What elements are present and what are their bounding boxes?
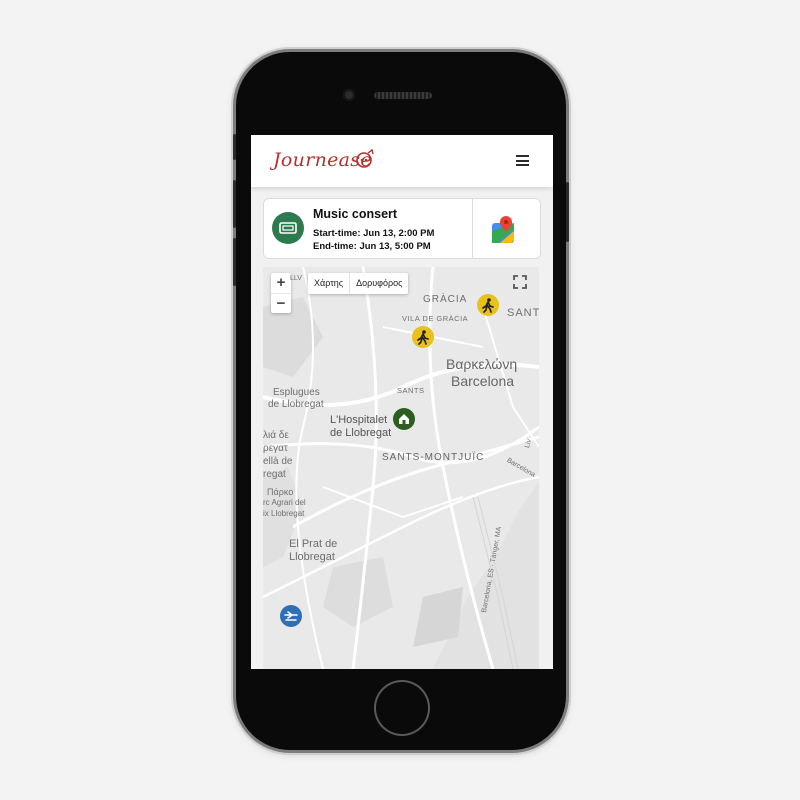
event-start-time: Start-time: Jun 13, 2:00 PM bbox=[313, 228, 435, 239]
ticket-icon bbox=[272, 212, 304, 244]
power-button bbox=[566, 182, 569, 242]
map-label-parc: Πάρκο bbox=[267, 487, 294, 497]
map-label-hospitalet: L'Hospitalet bbox=[330, 414, 388, 426]
fullscreen-icon[interactable] bbox=[513, 275, 527, 289]
event-card[interactable]: Music consert Start-time: Jun 13, 2:00 P… bbox=[263, 198, 541, 259]
map-label-esplugues-2: de Llobregat bbox=[268, 399, 324, 410]
map-label-sants-montjuic: SANTS-MONTJUÏC bbox=[382, 452, 485, 463]
airplane-icon bbox=[284, 611, 298, 621]
phone-screen: Journease Music consert Start-time: Jun … bbox=[251, 135, 553, 669]
zoom-out-button[interactable]: − bbox=[271, 293, 291, 314]
map-type-control: Χάρτης Δορυφόρος bbox=[308, 273, 409, 294]
map-background bbox=[263, 267, 539, 669]
map-label-cornella-3: ellà de bbox=[263, 456, 293, 467]
home-marker[interactable] bbox=[393, 408, 415, 430]
brand-mark-icon bbox=[356, 148, 374, 168]
map-label-barcelona-greek: Βαρκελώνη bbox=[446, 356, 518, 372]
map-type-map-button[interactable]: Χάρτης bbox=[308, 273, 349, 294]
app-header: Journease bbox=[251, 135, 553, 187]
event-end-time: End-time: Jun 13, 5:00 PM bbox=[313, 241, 431, 252]
map-view[interactable]: + − Χάρτης Δορυφόρος LLV GRÀCIA SANT VIL… bbox=[263, 267, 539, 669]
map-label-gracia: GRÀCIA bbox=[423, 294, 468, 305]
map-label-cornella-2: ρεγατ bbox=[263, 443, 288, 454]
walking-person-icon bbox=[417, 330, 429, 345]
event-title: Music consert bbox=[313, 207, 398, 221]
map-label-lleida: LLV bbox=[290, 275, 302, 282]
earpiece-speaker bbox=[374, 92, 432, 99]
map-label-parc-3: ix Llobregat bbox=[263, 509, 305, 518]
walk-marker-vila[interactable] bbox=[412, 326, 434, 348]
map-label-el-prat-2: Llobregat bbox=[289, 551, 335, 563]
zoom-controls: + − bbox=[271, 273, 291, 313]
mute-switch bbox=[233, 134, 236, 160]
volume-up-button bbox=[233, 180, 236, 228]
airport-marker[interactable] bbox=[280, 605, 302, 627]
map-label-sants: SANTS bbox=[397, 386, 425, 395]
menu-icon[interactable] bbox=[516, 155, 529, 166]
front-camera bbox=[343, 89, 355, 101]
map-label-vila-de-gracia: VILA DE GRÀCIA bbox=[402, 314, 469, 323]
map-label-sant: SANT bbox=[507, 307, 539, 319]
map-label-barcelona: Barcelona bbox=[451, 373, 515, 389]
map-label-cornella: λιά δε bbox=[263, 430, 289, 441]
google-maps-icon[interactable] bbox=[486, 213, 520, 247]
home-button[interactable] bbox=[376, 682, 428, 734]
map-label-hospitalet-2: de Llobregat bbox=[330, 427, 392, 439]
walk-marker-gracia[interactable] bbox=[477, 294, 499, 316]
map-label-parc-2: rc Agrari del bbox=[263, 498, 306, 507]
walking-person-icon bbox=[482, 298, 494, 313]
map-type-satellite-button[interactable]: Δορυφόρος bbox=[349, 273, 408, 294]
map-label-esplugues: Esplugues bbox=[273, 387, 320, 398]
home-icon bbox=[399, 414, 409, 424]
zoom-in-button[interactable]: + bbox=[271, 273, 291, 293]
card-divider bbox=[472, 199, 473, 258]
volume-down-button bbox=[233, 238, 236, 286]
map-label-el-prat: El Prat de bbox=[289, 538, 338, 550]
map-label-cornella-4: regat bbox=[263, 469, 286, 480]
